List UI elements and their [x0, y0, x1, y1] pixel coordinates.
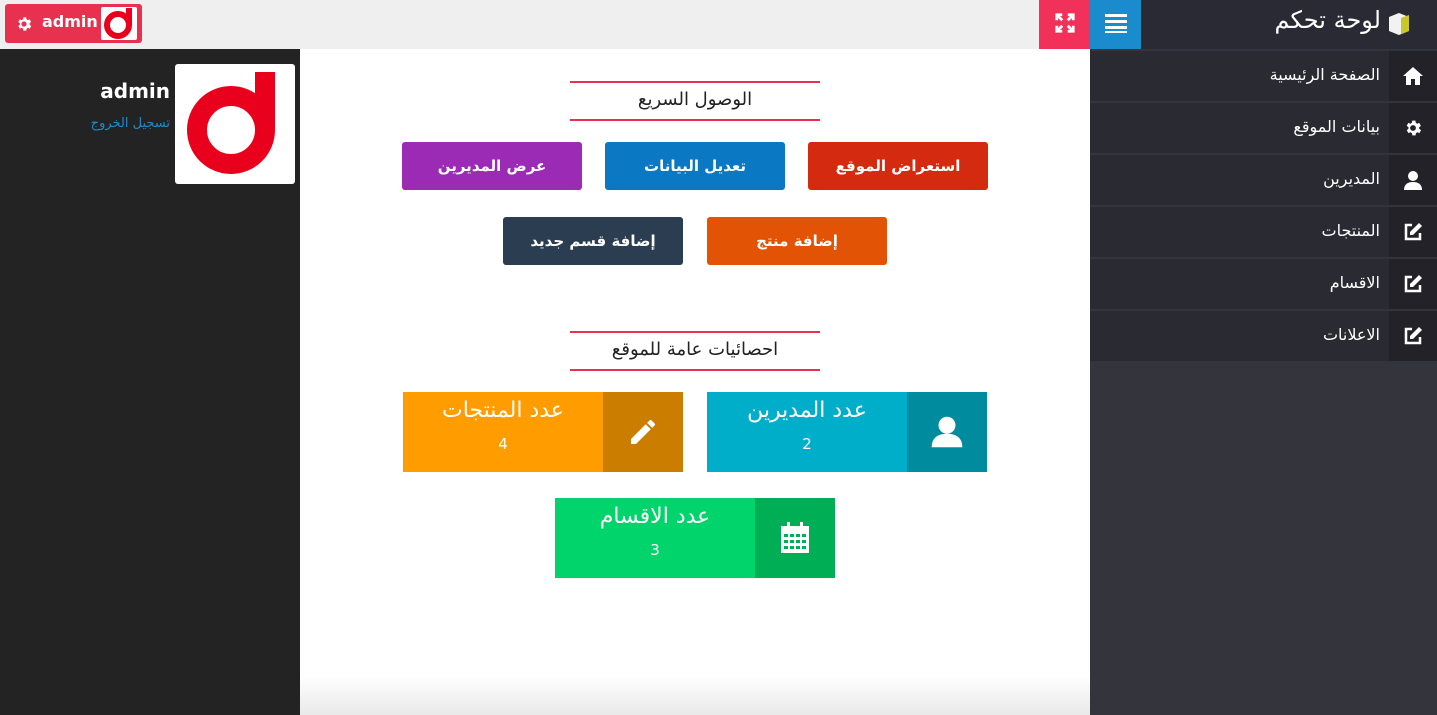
sidebar-item-label: المديرين	[1323, 169, 1380, 188]
home-icon	[1389, 51, 1437, 101]
stat-card-products[interactable]: عدد المنتجات 4	[403, 392, 683, 472]
stat-label: عدد المديرين	[747, 398, 867, 423]
stat-card-sections[interactable]: عدد الاقسام 3	[555, 498, 835, 578]
sidebar: الصفحة الرئيسية بيانات الموقع المديرين ا…	[1090, 49, 1437, 715]
user-icon	[1389, 155, 1437, 205]
pencil-icon	[603, 392, 683, 472]
profile-avatar	[175, 64, 295, 184]
brand-title: لوحة تحكم	[1274, 6, 1381, 34]
sidebar-item-sections[interactable]: الاقسام	[1090, 259, 1437, 309]
gear-icon	[1389, 103, 1437, 153]
fullscreen-button[interactable]	[1039, 0, 1090, 49]
user-panel: admin تسجيل الخروج	[0, 49, 300, 715]
cube-logo-icon	[1387, 12, 1411, 36]
quick-access-title: الوصول السريع	[570, 81, 820, 121]
admin-name-label: admin	[42, 12, 98, 31]
view-site-button[interactable]: استعراض الموقع	[808, 142, 988, 190]
content-bottom-fade	[300, 675, 1090, 715]
expand-icon	[1054, 12, 1076, 38]
edit-icon	[1389, 311, 1437, 361]
edit-data-button[interactable]: تعديل البيانات	[605, 142, 785, 190]
add-product-button[interactable]: إضافة منتج	[707, 217, 887, 265]
stats-title: احصائيات عامة للموقع	[570, 331, 820, 371]
sidebar-item-label: بيانات الموقع	[1293, 117, 1380, 136]
sidebar-item-home[interactable]: الصفحة الرئيسية	[1090, 51, 1437, 101]
logout-link[interactable]: تسجيل الخروج	[91, 116, 170, 131]
stat-label: عدد الاقسام	[599, 504, 711, 529]
stat-value: 3	[650, 541, 660, 559]
sidebar-item-label: الصفحة الرئيسية	[1269, 65, 1380, 84]
brand-header[interactable]: لوحة تحكم	[1141, 0, 1437, 49]
stat-card-managers[interactable]: عدد المديرين 2	[707, 392, 987, 472]
menu-icon	[1104, 13, 1127, 37]
sidebar-item-site-data[interactable]: بيانات الموقع	[1090, 103, 1437, 153]
stat-label: عدد المنتجات	[442, 398, 564, 423]
calendar-icon	[755, 498, 835, 578]
sidebar-item-label: الاعلانات	[1322, 325, 1380, 344]
view-managers-button[interactable]: عرض المديرين	[402, 142, 582, 190]
main-content: الوصول السريع استعراض الموقع تعديل البيا…	[300, 49, 1090, 715]
sidebar-item-products[interactable]: المنتجات	[1090, 207, 1437, 257]
sidebar-item-managers[interactable]: المديرين	[1090, 155, 1437, 205]
profile-name: admin	[100, 79, 170, 103]
avatar	[101, 7, 137, 40]
menu-toggle-button[interactable]	[1090, 0, 1141, 49]
stat-value: 4	[498, 435, 508, 453]
admin-menu-button[interactable]: admin	[5, 4, 142, 43]
stat-value: 2	[802, 435, 812, 453]
sidebar-item-ads[interactable]: الاعلانات	[1090, 311, 1437, 361]
edit-icon	[1389, 207, 1437, 257]
add-section-button[interactable]: إضافة قسم جديد	[503, 217, 683, 265]
edit-icon	[1389, 259, 1437, 309]
sidebar-item-label: المنتجات	[1321, 221, 1381, 240]
user-icon	[907, 392, 987, 472]
sidebar-item-label: الاقسام	[1329, 273, 1380, 292]
gear-icon	[15, 15, 33, 37]
